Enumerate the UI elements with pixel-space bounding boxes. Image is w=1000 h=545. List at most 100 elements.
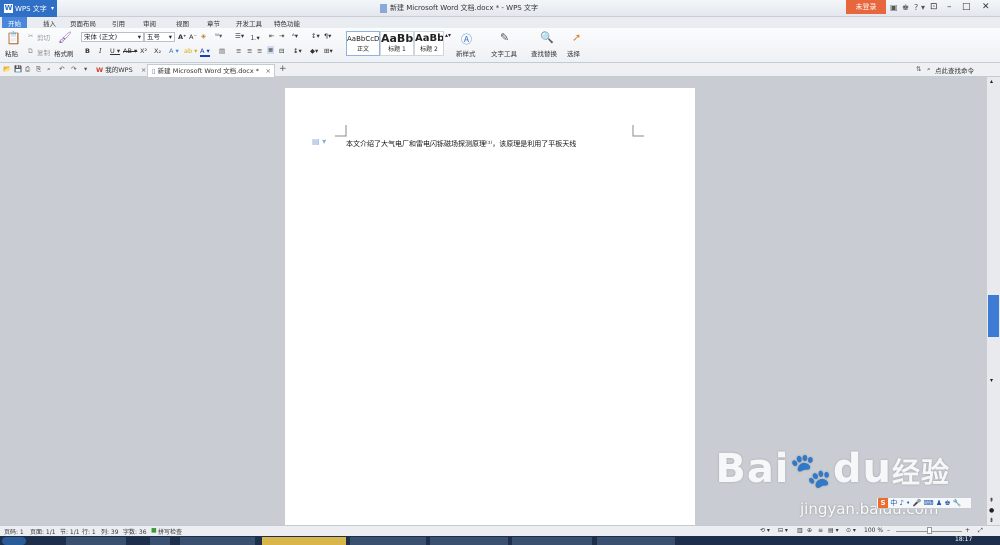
help-dropdown-icon[interactable]: ▾	[921, 3, 925, 12]
align-left-icon[interactable]: ≡	[236, 47, 241, 55]
taskbar-item[interactable]	[180, 537, 255, 545]
text-tools-icon[interactable]: ✎	[500, 31, 509, 44]
ime-keyboard-icon[interactable]: ⌨	[924, 499, 934, 507]
strikethrough-icon[interactable]: AB ▾	[123, 47, 137, 55]
taskbar-item[interactable]	[66, 537, 126, 545]
show-marks-icon[interactable]: ¶▾	[324, 32, 331, 40]
find-icon[interactable]: 🔍	[540, 31, 554, 44]
quick-access-menu-icon[interactable]: ▾	[84, 65, 87, 73]
zoom-out-icon[interactable]: –	[887, 527, 890, 534]
font-name-select[interactable]: 宋体 (正文) ▾	[81, 32, 144, 42]
new-style-button[interactable]: 新样式	[456, 48, 476, 58]
font-size-select[interactable]: 五号 ▾	[144, 32, 175, 42]
zoom-in-icon[interactable]: +	[965, 527, 970, 534]
outline-icon[interactable]: ≡	[818, 527, 823, 534]
preview-icon[interactable]: ⌕	[47, 65, 51, 74]
help-search-icon[interactable]: ⌕	[927, 65, 931, 74]
taskbar-item[interactable]	[350, 537, 426, 545]
print-icon[interactable]: ⎘	[36, 65, 41, 74]
export-pdf-icon[interactable]: ⎙	[25, 65, 30, 74]
start-button[interactable]	[2, 537, 26, 545]
distributed-icon[interactable]: ⊟	[279, 47, 284, 55]
font-color-icon[interactable]: A ▾	[200, 47, 210, 57]
tab-special[interactable]: 特色功能	[274, 18, 300, 28]
shrink-font-icon[interactable]: A⁻	[189, 33, 197, 41]
style-heading-1[interactable]: AaBb 标题 1	[380, 31, 414, 56]
find-replace-button[interactable]: 查找替换	[531, 48, 557, 58]
text-effect-icon[interactable]: A ▾	[169, 47, 179, 55]
borders-icon[interactable]: ⊞▾	[324, 47, 333, 55]
read-mode-icon[interactable]: ▤ ▾	[828, 527, 839, 534]
cut-icon[interactable]: ✂	[28, 32, 33, 40]
redo-icon[interactable]: ↷	[71, 65, 76, 73]
open-icon[interactable]: 📂	[3, 65, 11, 73]
vertical-scrollbar[interactable]: ▴ ▾ ⇞ ● ⇟	[987, 77, 1000, 525]
restore-ribbon-icon[interactable]: ⊡	[930, 2, 938, 12]
tab-page-layout[interactable]: 页面布局	[70, 18, 96, 28]
taskbar-item-active[interactable]	[262, 537, 346, 545]
ime-voice-icon[interactable]: 🎤	[913, 499, 922, 507]
italic-icon[interactable]: I	[99, 47, 102, 55]
tab-insert[interactable]: 插入	[43, 18, 56, 28]
zoom-slider-handle[interactable]	[927, 527, 932, 534]
format-painter-icon[interactable]: 🖌	[58, 31, 72, 44]
status-word-count[interactable]: 字数: 36	[123, 527, 147, 536]
clock[interactable]: 18:17	[955, 536, 972, 543]
ime-user-icon[interactable]: ♟	[936, 499, 942, 507]
align-center-icon[interactable]: ≡	[247, 47, 252, 55]
underline-icon[interactable]: U ▾	[110, 47, 120, 55]
paragraph-handle-icon[interactable]: ▤ ▾	[312, 137, 326, 146]
copy-button[interactable]: 复制	[37, 47, 50, 57]
text-tools-button[interactable]: 文字工具	[491, 48, 517, 58]
login-button[interactable]: 未登录	[846, 0, 886, 14]
scroll-down-icon[interactable]: ▾	[990, 377, 993, 384]
scroll-up-icon[interactable]: ▴	[990, 78, 993, 85]
document-text[interactable]: 本文介绍了大气电厂和雷电闪铄磁场探测原理⁽¹⁾，该原理是利用了平板天线	[346, 139, 576, 149]
ribbon-pin-icon[interactable]: ⇅	[916, 65, 921, 73]
help-search-input[interactable]: 点此查找命令	[935, 65, 974, 75]
zoom-level[interactable]: 100 %	[864, 527, 883, 534]
taskbar-item[interactable]	[597, 537, 675, 545]
minimize-button[interactable]: –	[947, 2, 952, 12]
clear-format-icon[interactable]: ◈	[201, 32, 206, 40]
document-page[interactable]: ▤ ▾	[285, 88, 695, 525]
new-style-icon[interactable]: Ⓐ	[461, 31, 472, 47]
web-layout-icon[interactable]: ⊕	[807, 527, 812, 534]
prev-page-icon[interactable]: ⇞	[989, 497, 994, 504]
taskbar-item[interactable]	[150, 537, 170, 545]
app-menu-button[interactable]: W WPS 文字 ▾	[0, 0, 57, 17]
ime-mode[interactable]: 中	[890, 499, 897, 507]
tab-my-wps[interactable]: W 我的WPS ×	[92, 64, 150, 77]
help-icon[interactable]: ?	[914, 3, 918, 12]
style-heading-2[interactable]: AaBb( 标题 2	[414, 31, 444, 56]
paste-button[interactable]: 粘贴	[5, 48, 18, 58]
undo-icon[interactable]: ↶	[59, 65, 64, 73]
align-justify-icon[interactable]: ≣	[267, 46, 275, 54]
shirt-icon[interactable]: ♚	[902, 3, 909, 12]
taskbar-item[interactable]	[512, 537, 592, 545]
tab-current-document[interactable]: ▯ 新建 Microsoft Word 文档.docx * ×	[147, 64, 275, 77]
line-spacing-icon[interactable]: ↨▾	[293, 47, 302, 55]
revisions-icon[interactable]: ⟲ ▾	[760, 527, 770, 534]
tab-references[interactable]: 引用	[112, 18, 125, 28]
copy-icon[interactable]: ⧉	[28, 47, 33, 56]
next-page-icon[interactable]: ⇟	[989, 517, 994, 524]
ime-shirt-icon[interactable]: ♚	[944, 499, 950, 507]
shading-icon[interactable]: ◆▾	[310, 47, 318, 55]
maximize-button[interactable]: □	[962, 2, 971, 12]
new-tab-icon[interactable]: +	[279, 64, 287, 74]
align-right-icon[interactable]: ≡	[257, 47, 262, 55]
chinese-layout-icon[interactable]: ᴬ▾	[292, 32, 298, 40]
ime-settings-icon[interactable]: 🔧	[953, 499, 962, 507]
cut-button[interactable]: 剪切	[37, 32, 50, 42]
highlight-icon[interactable]: ab ▾	[184, 47, 197, 55]
focus-icon[interactable]: ⊙ ▾	[846, 527, 856, 534]
numbered-list-icon[interactable]: ⒈▾	[250, 32, 260, 42]
pinyin-icon[interactable]: ᵂ▾	[215, 32, 222, 40]
style-normal[interactable]: AaBbCcDd 正文	[346, 31, 380, 56]
bold-icon[interactable]: B	[85, 47, 90, 55]
ime-halfwidth-icon[interactable]: •	[906, 499, 910, 507]
format-painter-button[interactable]: 格式刷	[54, 48, 74, 58]
increase-indent-icon[interactable]: ⇥	[279, 32, 284, 40]
tab-chapter[interactable]: 章节	[207, 18, 220, 28]
